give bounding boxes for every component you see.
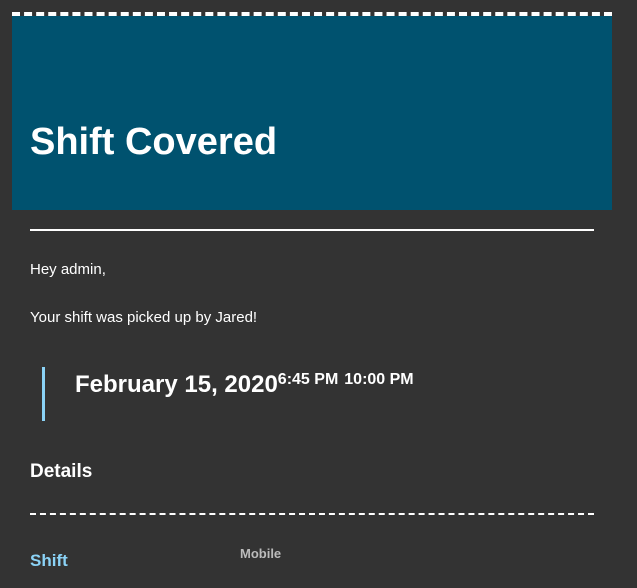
page-title: Shift Covered [30, 121, 278, 163]
shift-start-time: 6:45 PM [277, 371, 339, 388]
detail-label-shift: Shift [30, 551, 68, 570]
details-heading: Details [30, 461, 93, 482]
detail-value-shift: Mobile [240, 546, 282, 561]
shift-end-time: 10:00 PM [344, 371, 414, 388]
details-divider [30, 513, 594, 515]
message-text: Your shift was picked up by Jared! [30, 309, 258, 326]
email-header: Shift Covered [12, 16, 612, 210]
greeting-text: Hey admin, [30, 261, 106, 278]
email-container: Shift Covered Hey admin, Your shift was … [0, 0, 637, 588]
shift-date: February 15, 2020 [75, 371, 278, 398]
header-divider [30, 229, 594, 231]
shift-summary: February 15, 20206:45 PM 10:00 PM [42, 367, 414, 421]
